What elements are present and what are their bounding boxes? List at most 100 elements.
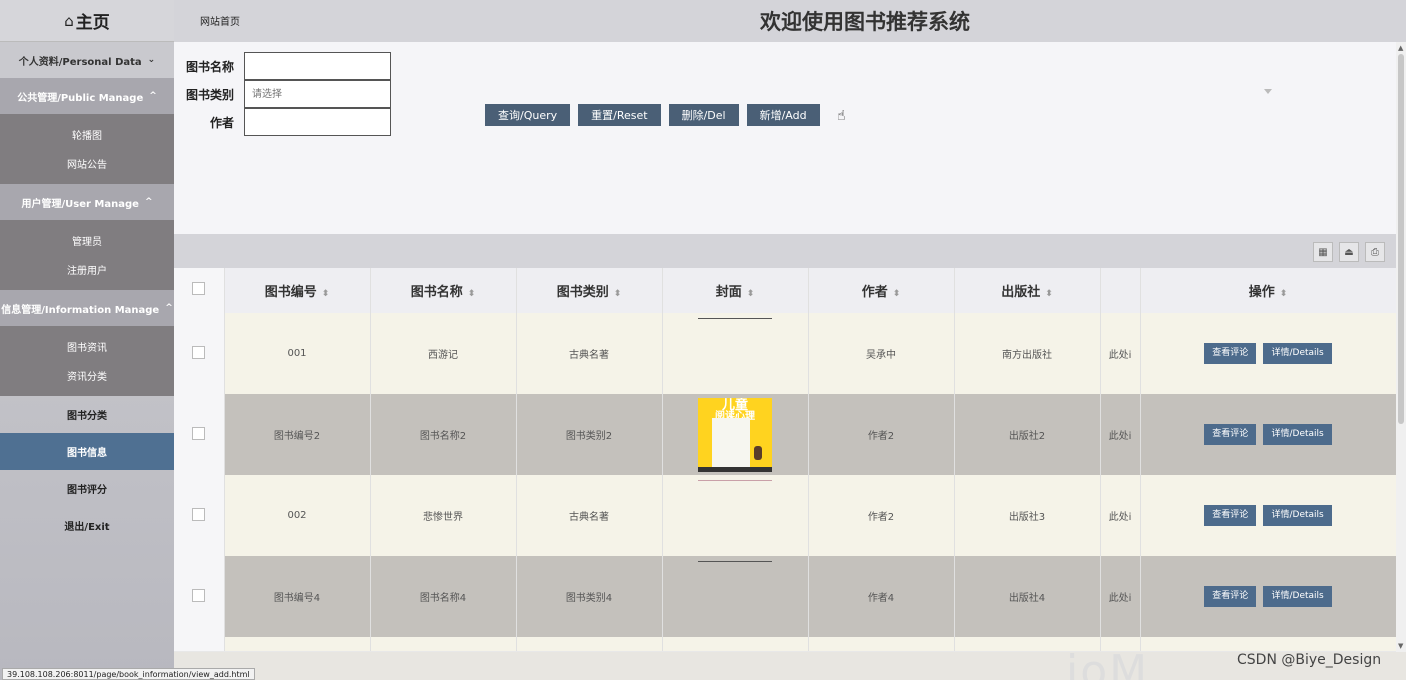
chevron-icon: ^: [144, 197, 153, 207]
sidebar-item-news-category[interactable]: 资讯分类: [0, 361, 174, 390]
print-icon[interactable]: ⎙: [1365, 242, 1385, 262]
cell-extra: 此处i: [1100, 475, 1141, 556]
sidebar-item-book-news[interactable]: 图书资讯: [0, 332, 174, 361]
cover-footer: [698, 466, 772, 472]
column-header-id[interactable]: 图书编号 ⬍: [224, 268, 371, 313]
column-header-category[interactable]: 图书类别 ⬍: [516, 268, 663, 313]
view-comments-button[interactable]: 查看评论: [1204, 586, 1257, 607]
column-header-name[interactable]: 图书名称 ⬍: [370, 268, 517, 313]
view-comments-button[interactable]: 查看评论: [1204, 424, 1257, 445]
table-row[interactable]: [174, 637, 1396, 651]
scroll-up-icon[interactable]: ▲: [1398, 44, 1403, 52]
delete-button[interactable]: 删除/Del: [668, 104, 739, 126]
chevron-icon: ^: [165, 303, 173, 313]
breadcrumb[interactable]: 网站首页: [200, 13, 240, 28]
cell-id: 002: [224, 475, 371, 556]
column-header-publisher[interactable]: 出版社 ⬍: [954, 268, 1101, 313]
details-button[interactable]: 详情/Details: [1263, 424, 1332, 445]
sort-icon[interactable]: ⬍: [1045, 289, 1053, 299]
row-checkbox[interactable]: [192, 426, 206, 440]
chevron-icon: ⌄: [147, 55, 156, 65]
status-url: 39.108.108.206:8011/page/book_informatio…: [2, 668, 255, 680]
cell-name: 悲惨世界: [370, 475, 517, 556]
dropdown-caret-icon[interactable]: [1264, 89, 1272, 94]
cell-cover: [662, 556, 809, 637]
home-label: 主页: [75, 13, 110, 33]
cell-category: 古典名著: [516, 475, 663, 556]
scroll-down-icon[interactable]: ▼: [1398, 642, 1403, 650]
add-button[interactable]: 新增/Add: [746, 104, 820, 126]
cell-operations: 查看评论 详情/Details: [1139, 313, 1396, 394]
books-table: 图书编号 ⬍ 图书名称 ⬍ 图书类别 ⬍ 封面 ⬍ 作者 ⬍ 出版社 ⬍ 操作 ⬍ 001 西…: [174, 268, 1396, 652]
sidebar-item-carousel[interactable]: 轮播图: [0, 120, 174, 149]
sidebar-item-book-info[interactable]: 图书信息: [0, 433, 174, 470]
column-label: 图书编号: [264, 285, 317, 300]
menu-group-information-manage[interactable]: 信息管理/Information Manage ^: [0, 290, 174, 326]
select-all-checkbox[interactable]: [192, 282, 206, 295]
columns-icon[interactable]: ▦: [1313, 242, 1333, 262]
bottom-bar: [174, 652, 1406, 680]
row-checkbox[interactable]: [192, 345, 206, 359]
view-comments-button[interactable]: 查看评论: [1204, 343, 1257, 364]
sidebar-item-exit[interactable]: 退出/Exit: [0, 507, 174, 544]
sidebar-item-admin[interactable]: 管理员: [0, 226, 174, 255]
sort-icon[interactable]: ⬍: [1280, 289, 1288, 299]
cell-author: [808, 637, 955, 651]
row-checkbox[interactable]: [192, 588, 206, 602]
reset-button[interactable]: 重置/Reset: [578, 104, 661, 126]
cell-category: 图书类别2: [516, 394, 663, 475]
submenu-information-manage: 图书资讯 资讯分类: [0, 326, 174, 396]
menu-group-personal-data[interactable]: 个人资料/Personal Data ⌄: [0, 42, 174, 78]
cell-operations: 查看评论 详情/Details: [1139, 475, 1396, 556]
table-row[interactable]: 图书编号4 图书名称4 图书类别4 作者4 出版社4 此处i 查看评论 详情/D…: [174, 556, 1396, 637]
cover-art: [712, 417, 750, 472]
home-link[interactable]: ⌂ 主页: [0, 0, 174, 42]
vertical-scrollbar[interactable]: ▲ ▼: [1396, 42, 1406, 652]
menu-group-public-manage[interactable]: 公共管理/Public Manage ^: [0, 78, 174, 114]
table-row[interactable]: 001 西游记 古典名著 吴承中 南方出版社 此处i 查看评论 详情/Detai…: [174, 313, 1396, 394]
table-row[interactable]: 图书编号2 图书名称2 图书类别2 儿童 阅读心理 作者2 出版社2 此处i 查…: [174, 394, 1396, 475]
sort-icon[interactable]: ⬍: [747, 289, 755, 299]
sort-icon[interactable]: ⬍: [893, 289, 901, 299]
cell-author: 作者2: [808, 475, 955, 556]
query-button[interactable]: 查询/Query: [485, 104, 571, 126]
sidebar-item-registered-users[interactable]: 注册用户: [0, 255, 174, 284]
details-button[interactable]: 详情/Details: [1263, 586, 1332, 607]
sidebar: ⌂ 主页 个人资料/Personal Data ⌄ 公共管理/Public Ma…: [0, 0, 174, 680]
sidebar-item-announcement[interactable]: 网站公告: [0, 149, 174, 178]
search-panel: 图书名称 图书类别 作者 查询/Query 重置/Reset 删除/Del 新增…: [174, 42, 1396, 234]
cell-id: 图书编号2: [224, 394, 371, 475]
cover-image: [698, 317, 772, 319]
author-input[interactable]: [244, 108, 391, 136]
table-header: 图书编号 ⬍ 图书名称 ⬍ 图书类别 ⬍ 封面 ⬍ 作者 ⬍ 出版社 ⬍ 操作 ⬍: [174, 268, 1396, 313]
cell-name: [370, 637, 517, 651]
export-icon[interactable]: ⏏: [1339, 242, 1359, 262]
column-header-operations[interactable]: 操作 ⬍: [1139, 268, 1396, 313]
sort-icon[interactable]: ⬍: [468, 289, 476, 299]
row-checkbox[interactable]: [192, 507, 206, 521]
submenu-user-manage: 管理员 注册用户: [0, 220, 174, 290]
book-category-label: 图书类别: [185, 87, 234, 102]
column-header-author[interactable]: 作者 ⬍: [808, 268, 955, 313]
table-row[interactable]: 002 悲惨世界 古典名著 作者2 出版社3 此处i 查看评论 详情/Detai…: [174, 475, 1396, 556]
book-name-input[interactable]: [244, 52, 391, 80]
details-button[interactable]: 详情/Details: [1263, 505, 1332, 526]
header-bar: 网站首页 欢迎使用图书推荐系统: [174, 0, 1406, 42]
row-select-cell: [174, 556, 225, 637]
cell-extra: 此处i: [1100, 556, 1141, 637]
scrollbar-thumb[interactable]: [1398, 54, 1404, 424]
sidebar-item-book-rating[interactable]: 图书评分: [0, 470, 174, 507]
sidebar-item-book-category[interactable]: 图书分类: [0, 396, 174, 433]
details-button[interactable]: 详情/Details: [1263, 343, 1332, 364]
view-comments-button[interactable]: 查看评论: [1204, 505, 1257, 526]
cell-id: [224, 637, 371, 651]
cover-image: [698, 560, 772, 562]
column-header-cover[interactable]: 封面 ⬍: [662, 268, 809, 313]
cell-author: 吴承中: [808, 313, 955, 394]
cover-image[interactable]: 儿童 阅读心理: [698, 397, 772, 472]
column-label: 封面: [715, 285, 742, 300]
sort-icon[interactable]: ⬍: [322, 289, 330, 299]
book-category-select[interactable]: [244, 80, 391, 108]
sort-icon[interactable]: ⬍: [614, 289, 622, 299]
menu-group-user-manage[interactable]: 用户管理/User Manage ^: [0, 184, 174, 220]
